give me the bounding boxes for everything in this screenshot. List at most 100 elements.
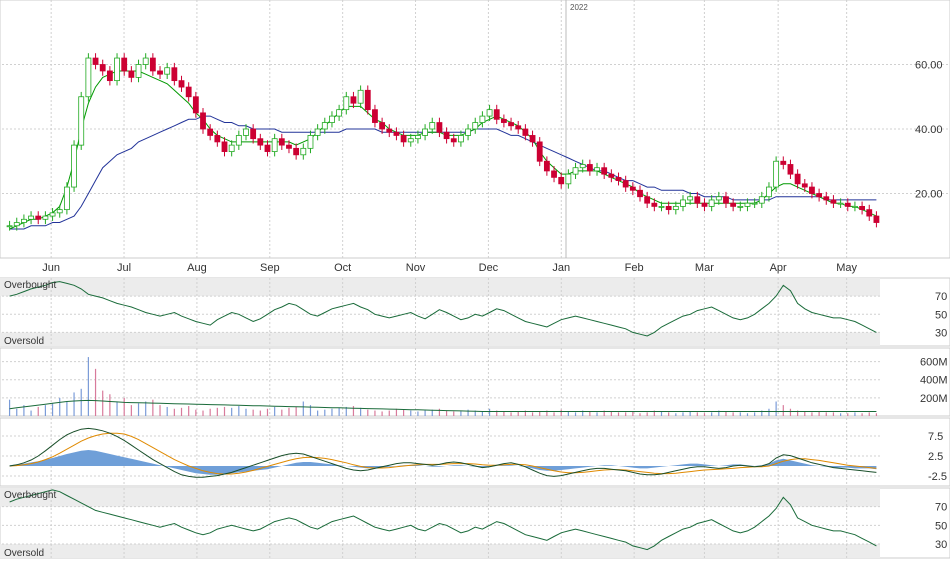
- candle-body: [701, 202, 708, 207]
- candle-body: [364, 89, 371, 111]
- candle-body: [551, 170, 557, 178]
- candle-body: [142, 57, 149, 65]
- year-label: 2022: [570, 3, 588, 12]
- volume-tick-label: 600M: [920, 357, 948, 369]
- candle-body: [429, 122, 436, 130]
- candle-body: [343, 96, 350, 111]
- candle-body: [185, 86, 192, 98]
- month-label: Mar: [695, 262, 714, 274]
- stochastic-overbought-label: Overbought: [4, 490, 56, 501]
- candle-body: [407, 138, 414, 143]
- candle-body: [744, 202, 751, 207]
- candle-body: [687, 196, 694, 201]
- candle-body: [235, 135, 242, 146]
- candle-body: [873, 215, 880, 223]
- candle-body: [99, 64, 106, 72]
- candle-body: [415, 135, 421, 140]
- candle-body: [809, 186, 815, 194]
- candle-body: [192, 96, 199, 114]
- month-label: Sep: [260, 262, 280, 274]
- candle-body: [766, 186, 772, 198]
- candle-body: [286, 144, 292, 149]
- price-tick-label: 20.00: [915, 189, 943, 201]
- candle-body: [844, 202, 851, 207]
- chart-svg: 2022 60.00 40.00 20.00 Jun Jul Aug Sep Oct Nov Dec…: [0, 0, 950, 559]
- candle-body: [787, 164, 794, 175]
- candle-body: [458, 135, 464, 143]
- candle-body: [751, 202, 758, 205]
- candle-body: [6, 225, 13, 228]
- candle-body: [443, 131, 450, 140]
- candle-body: [329, 115, 335, 123]
- candle-body: [837, 202, 844, 205]
- candle-body: [264, 144, 271, 152]
- candle-body: [637, 189, 643, 198]
- candle-body: [758, 196, 765, 204]
- candle-body: [214, 135, 221, 143]
- rsi-overbought-label: Overbought: [4, 280, 56, 291]
- rsi-tick-label: 50: [935, 309, 947, 321]
- candle-body: [307, 135, 314, 149]
- candle-body: [221, 141, 228, 152]
- candle-body: [543, 160, 550, 172]
- candle-body: [794, 173, 801, 185]
- candle-body: [830, 199, 837, 204]
- candle-body: [71, 144, 77, 188]
- candle-body: [522, 128, 529, 136]
- candle-body: [780, 160, 787, 165]
- candle-body: [529, 135, 536, 143]
- stochastic-tick-label: 70: [935, 502, 947, 514]
- candle-body: [479, 115, 486, 123]
- candle-body: [21, 218, 27, 223]
- candle-body: [450, 138, 457, 143]
- candle-body: [465, 128, 471, 136]
- candle-body: [672, 205, 679, 211]
- rsi-overbought-zone: [0, 278, 880, 297]
- month-label: Jan: [552, 262, 570, 274]
- candle-body: [164, 67, 171, 75]
- candle-body: [200, 112, 206, 130]
- candle-body: [515, 125, 522, 130]
- candle-body: [92, 57, 99, 65]
- candle-body: [56, 209, 63, 214]
- candle-body: [171, 67, 178, 82]
- candle-body: [665, 205, 672, 211]
- candle-body: [493, 109, 500, 120]
- candle-body: [658, 205, 665, 208]
- rsi-oversold-zone: [0, 332, 880, 346]
- candle-body: [135, 64, 142, 78]
- candle-body: [629, 186, 636, 191]
- candle-body: [400, 135, 407, 143]
- candle-body: [773, 160, 780, 188]
- candle-body: [250, 128, 257, 140]
- price-tick-label: 60.00: [915, 60, 943, 72]
- candle-body: [300, 147, 307, 156]
- candle-body: [35, 215, 42, 220]
- candle-body: [114, 57, 120, 82]
- candle-body: [243, 128, 249, 136]
- candle-body: [278, 138, 285, 146]
- candle-body: [680, 199, 686, 207]
- month-label: Jul: [117, 262, 131, 274]
- candle-body: [694, 196, 701, 204]
- candle-body: [63, 186, 70, 211]
- candle-body: [357, 89, 364, 104]
- candle-body: [42, 215, 49, 220]
- candle-body: [579, 164, 586, 169]
- candle-body: [422, 128, 428, 136]
- stochastic-oversold-zone: [0, 544, 880, 558]
- candle-body: [565, 173, 572, 185]
- candle-body: [336, 109, 343, 117]
- price-tick-label: 40.00: [915, 124, 943, 136]
- candle-body: [85, 57, 92, 98]
- candle-body: [859, 205, 865, 211]
- candle-body: [823, 196, 830, 201]
- month-label: Feb: [625, 262, 644, 274]
- candle-body: [379, 122, 386, 130]
- candle-body: [157, 70, 163, 75]
- candle-body: [572, 167, 579, 175]
- candle-body: [715, 196, 722, 201]
- month-label: Nov: [406, 262, 426, 274]
- month-label: Oct: [334, 262, 351, 274]
- volume-tick-label: 200M: [920, 393, 948, 405]
